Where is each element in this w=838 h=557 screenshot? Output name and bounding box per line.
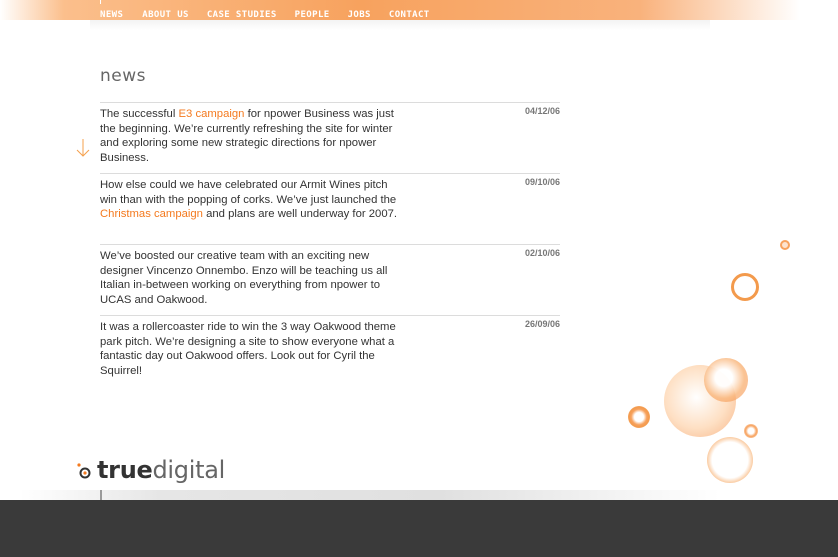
news-date: 09/10/06 [524,177,560,187]
news-item: It was a rollercoaster ride to win the 3… [100,315,560,386]
logo-text-bold: true [97,456,153,484]
news-item: We’ve boosted our creative team with an … [100,244,560,315]
news-text: The successful E3 campaign for npower Bu… [100,107,400,165]
news-item: The successful E3 campaign for npower Bu… [100,102,560,173]
bubble-decoration [744,424,758,438]
nav-jobs[interactable]: JOBS [348,9,371,21]
logo-text-light: digital [152,456,225,484]
news-item: How else could we have celebrated our Ar… [100,173,560,244]
main-nav: NEWS ABOUT US CASE STUDIES PEOPLE JOBS C… [100,9,448,21]
nav-shadow [90,20,710,30]
nav-tick [100,0,101,4]
news-text: We’ve boosted our creative team with an … [100,249,400,307]
nav-contact[interactable]: CONTACT [389,9,430,21]
footer-bar [0,500,838,557]
bottom-shadow [20,490,720,500]
bubble-decoration [780,240,790,250]
nav-news[interactable]: NEWS [100,9,123,21]
news-list: The successful E3 campaign for npower Bu… [100,102,560,386]
logo-text: truedigital [97,456,225,484]
bubble-decoration [707,437,753,483]
news-text-part: We’ve boosted our creative team with an … [100,250,388,306]
news-text: It was a rollercoaster ride to win the 3… [100,320,400,378]
arrow-down-icon [76,139,90,157]
nav-about-us[interactable]: ABOUT US [142,9,189,21]
news-text: How else could we have celebrated our Ar… [100,178,400,222]
nav-case-studies[interactable]: CASE STUDIES [207,9,277,21]
nav-people[interactable]: PEOPLE [295,9,330,21]
bubble-decoration [731,273,759,301]
bubble-decoration [628,406,650,428]
news-link-christmas-campaign[interactable]: Christmas campaign [100,208,203,220]
news-text-part: It was a rollercoaster ride to win the 3… [100,321,396,377]
news-link-e3-campaign[interactable]: E3 campaign [178,108,244,120]
news-date: 04/12/06 [524,106,560,116]
news-text-part: How else could we have celebrated our Ar… [100,179,397,206]
logo-mark-icon [77,463,91,479]
news-text-part: The successful [100,108,179,120]
news-date: 02/10/06 [524,248,560,258]
bubble-decoration [704,358,748,402]
news-date: 26/09/06 [524,319,560,329]
news-text-part: and plans are well underway for 2007. [202,208,398,220]
page-title: news [100,66,146,86]
true-digital-logo[interactable]: truedigital [76,452,225,484]
